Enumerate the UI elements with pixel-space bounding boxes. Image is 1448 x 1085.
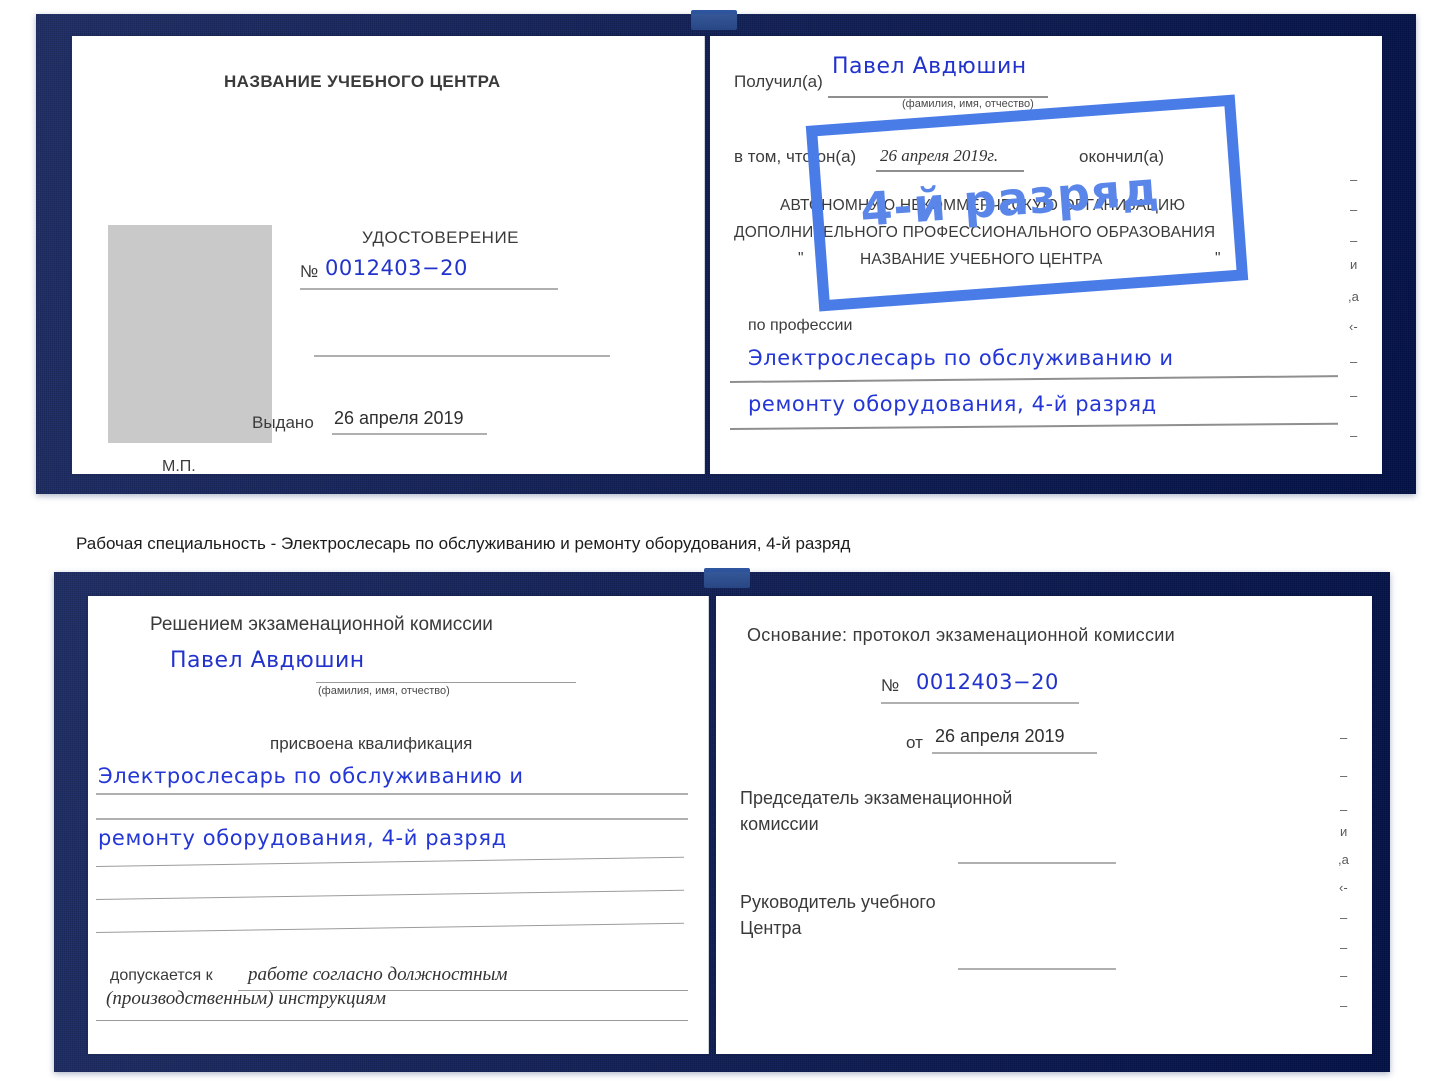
page-title: НАЗВАНИЕ УЧЕБНОГО ЦЕНТРА (224, 72, 501, 91)
edge-fragment-9: – (1350, 428, 1358, 443)
qualification-line-1: Электрослесарь по обслуживанию и (98, 764, 524, 788)
edge-fragment-b10: – (1340, 998, 1348, 1013)
director-signature-rule (958, 968, 1116, 970)
chairman-signature-rule (958, 862, 1116, 864)
fio-hint-bottom: (фамилия, имя, отчество) (318, 685, 450, 697)
document-label: УДОСТОВЕРЕНИЕ (362, 228, 520, 247)
org-quote-open: " (798, 250, 804, 267)
commission-heading: Решением экзаменационной комиссии (150, 614, 493, 635)
edge-fragment-8: – (1350, 388, 1358, 403)
chairman-line-2: комиссии (740, 814, 819, 834)
profession-label: по профессии (748, 317, 853, 334)
edge-fragment-b2: – (1340, 768, 1348, 783)
edge-fragment-b8: – (1340, 940, 1348, 955)
basis-label: Основание: протокол экзаменационной коми… (747, 625, 1175, 645)
issued-label: Выдано (252, 413, 314, 432)
blank-rule-a (95, 856, 684, 867)
recipient-name: Павел Авдюшин (170, 648, 365, 673)
number-value: 0012403−20 (325, 256, 468, 280)
qualification-line-2: ремонту оборудования, 4-й разряд (98, 826, 507, 850)
photo-placeholder (108, 225, 272, 443)
edge-fragment-b3: – (1340, 802, 1348, 817)
admitted-line-1: работе согласно должностным (248, 964, 508, 985)
number-rule (300, 288, 558, 290)
admitted-label: допускается к (110, 967, 213, 984)
edge-fragment-b4: и (1340, 824, 1348, 839)
issued-value: 26 апреля 2019 (334, 408, 464, 428)
profession-rule-1 (729, 375, 1338, 383)
edge-fragment-7: – (1350, 354, 1358, 369)
name-rule (316, 682, 576, 683)
fio-hint: (фамилия, имя, отчество) (902, 98, 1034, 110)
protocol-number-value: 0012403−20 (916, 670, 1059, 694)
profession-line-1: Электрослесарь по обслуживанию и (748, 346, 1174, 370)
book-spine-tab-top (691, 10, 737, 30)
edge-fragment-2: – (1350, 202, 1358, 217)
profession-rule-2 (729, 422, 1338, 430)
admitted-rule-2 (96, 1020, 688, 1021)
protocol-date-label: от (906, 733, 923, 752)
edge-fragment-b6: ‹- (1339, 880, 1348, 895)
admitted-line-2: (производственным) инструкциям (106, 988, 386, 1009)
edge-fragment-b7: – (1340, 910, 1348, 925)
top-left-page: НАЗВАНИЕ УЧЕБНОГО ЦЕНТРА УДОСТОВЕРЕНИЕ №… (72, 36, 705, 474)
blank-rule-b (95, 889, 684, 900)
issued-rule (332, 433, 487, 435)
protocol-number-rule (881, 702, 1079, 704)
protocol-date-rule (932, 752, 1097, 754)
caption-text: Рабочая специальность - Электрослесарь п… (76, 534, 851, 553)
received-value: Павел Авдюшин (832, 54, 1027, 79)
received-label: Получил(а) (734, 72, 823, 91)
chairman-line-1: Председатель экзаменационной (740, 788, 1013, 808)
seal-label: М.П. (162, 458, 196, 474)
bottom-right-page: Основание: протокол экзаменационной коми… (716, 596, 1372, 1054)
bottom-left-page: Решением экзаменационной комиссии Павел … (88, 596, 709, 1054)
director-line-1: Руководитель учебного (740, 892, 936, 912)
qualification-label: присвоена квалификация (270, 734, 473, 753)
edge-fragment-1: – (1350, 172, 1358, 187)
protocol-date-value: 26 апреля 2019 (935, 726, 1065, 746)
edge-fragment-b1: – (1340, 730, 1348, 745)
protocol-number-symbol: № (881, 676, 900, 695)
book-spine-tab-bottom (704, 568, 750, 588)
blank-rule-1 (314, 355, 610, 357)
edge-fragment-6: ‹- (1349, 319, 1358, 334)
edge-fragment-3: – (1350, 233, 1358, 248)
edge-fragment-4: и (1350, 257, 1358, 272)
number-symbol: № (300, 262, 319, 281)
qual-rule-1 (96, 793, 688, 795)
edge-fragment-b9: – (1340, 968, 1348, 983)
qual-rule-2 (96, 818, 688, 820)
profession-line-2: ремонту оборудования, 4-й разряд (748, 392, 1157, 416)
director-line-2: Центра (740, 918, 802, 938)
blank-rule-c (95, 922, 684, 933)
edge-fragment-5: ,а (1348, 289, 1359, 304)
edge-fragment-b5: ,а (1338, 852, 1349, 867)
